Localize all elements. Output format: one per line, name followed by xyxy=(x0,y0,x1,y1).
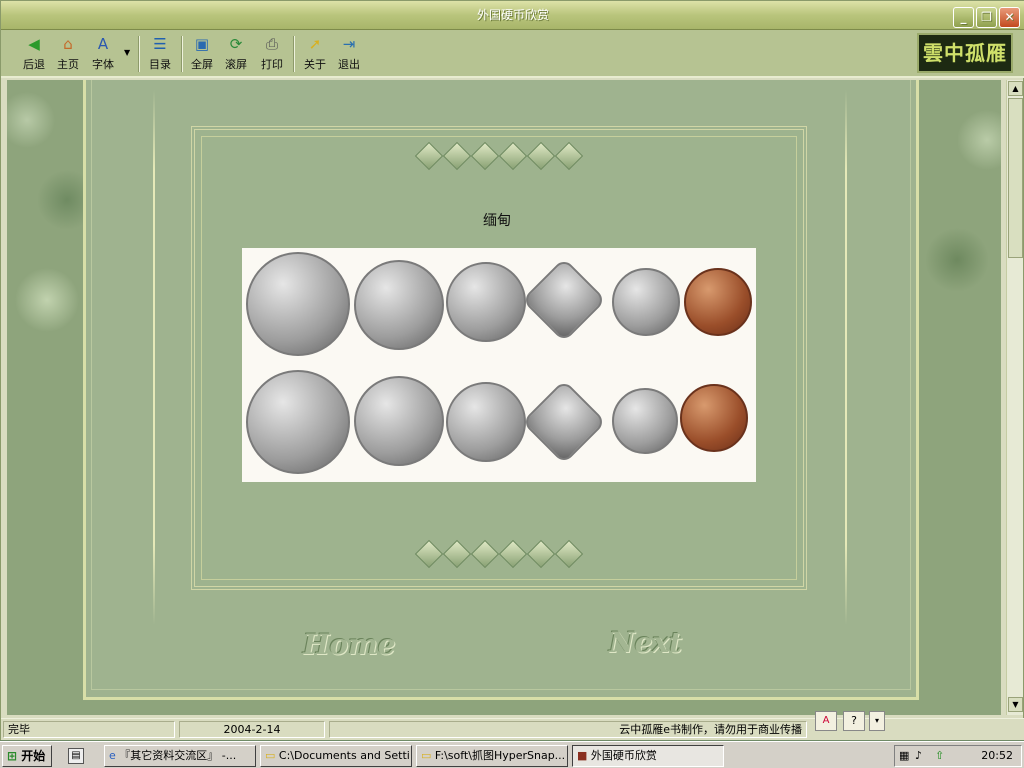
title-bar: 外国硬币欣赏 _ ❐ ✕ xyxy=(1,1,1024,30)
coin-image xyxy=(612,268,680,336)
logo: 雲中孤雁 xyxy=(917,33,1013,73)
exit-label: 退出 xyxy=(338,58,360,71)
back-arrow-icon: ◀ xyxy=(28,35,40,53)
taskbar-item[interactable]: e 『其它资料交流区』 -... xyxy=(104,745,256,767)
window-title: 外国硬币欣赏 xyxy=(476,8,549,22)
coin-photo xyxy=(242,248,756,482)
taskbar-item[interactable]: ▭ C:\Documents and Setti... xyxy=(260,745,412,767)
vertical-scrollbar[interactable]: ▲ ▼ xyxy=(1006,80,1023,715)
toolbar: ◀ 后退 ⌂ 主页 A 字体 ▼ ☰ 目录 ▣ 全屏 ⟳ 滚屏 ⎙ 打印 ➚ 关于 ⇥ 退出 xyxy=(1,30,1024,78)
show-desktop-icon[interactable]: ▤ xyxy=(68,748,84,764)
font-dropdown-arrow[interactable]: ▼ xyxy=(124,48,130,57)
network-icon[interactable]: ▦ xyxy=(899,746,909,766)
language-icon[interactable]: A xyxy=(815,711,837,731)
content-area: 缅甸 Home Next xyxy=(7,80,1001,715)
clock: 20:52 xyxy=(981,749,1013,762)
pointer-icon: ➚ xyxy=(308,35,322,53)
status-date: 2004-2-14 xyxy=(179,721,325,738)
taskbar-item-label: 外国硬币欣赏 xyxy=(590,749,657,762)
next-link[interactable]: Next xyxy=(609,626,682,659)
start-button[interactable]: ⊞ 开始 xyxy=(2,745,52,767)
left-gold-line xyxy=(153,90,155,625)
taskbar-item-label: C:\Documents and Setti... xyxy=(278,749,412,762)
print-label: 打印 xyxy=(261,58,283,71)
coin-image xyxy=(521,257,607,343)
status-text: 完毕 xyxy=(3,721,175,738)
taskbar-item-active[interactable]: ■ 外国硬币欣赏 xyxy=(572,745,724,767)
close-button[interactable]: ✕ xyxy=(999,7,1020,28)
about-label: 关于 xyxy=(304,58,326,71)
toc-icon: ☰ xyxy=(153,35,167,53)
volume-icon[interactable]: ♪ xyxy=(915,746,922,766)
home-link[interactable]: Home xyxy=(303,628,396,661)
toolbar-separator xyxy=(293,36,295,72)
page-title: 缅甸 xyxy=(483,213,511,229)
fullscreen-label: 全屏 xyxy=(191,58,213,71)
scroll-thumb[interactable] xyxy=(1008,98,1023,258)
ie-icon: e xyxy=(109,749,116,762)
restore-button[interactable]: ❐ xyxy=(976,7,997,28)
font-label: 字体 xyxy=(92,58,114,71)
folder-icon: ▭ xyxy=(421,749,432,762)
print-button[interactable]: ⎙ 打印 xyxy=(255,34,289,74)
back-button[interactable]: ◀ 后退 xyxy=(17,34,51,74)
taskbar: ⊞ 开始 ▤ e 『其它资料交流区』 -... ▭ C:\Documents a… xyxy=(0,741,1024,768)
font-icon: A xyxy=(97,35,109,53)
home-button[interactable]: ⌂ 主页 xyxy=(51,34,85,74)
taskbar-item[interactable]: ▭ F:\soft\抓图HyperSnap... xyxy=(416,745,568,767)
help-icon[interactable]: ? xyxy=(843,711,865,731)
exit-button[interactable]: ⇥ 退出 xyxy=(332,34,366,74)
toolbar-separator xyxy=(181,36,183,72)
back-label: 后退 xyxy=(23,58,45,71)
coin-image xyxy=(446,262,526,342)
home-label: 主页 xyxy=(57,58,79,71)
refresh-icon: ⟳ xyxy=(229,35,243,53)
folder-icon: ▭ xyxy=(265,749,276,762)
status-copyright: 云中孤雁e书制作，请勿用于商业传播 xyxy=(329,721,807,738)
minimize-button[interactable]: _ xyxy=(953,7,974,28)
system-tray: ▦ ♪ ⇧ 20:52 xyxy=(894,745,1022,767)
start-label: 开始 xyxy=(21,749,46,763)
coin-image xyxy=(521,379,607,465)
right-gold-line xyxy=(845,90,847,625)
windows-logo-icon: ⊞ xyxy=(7,749,18,763)
update-icon[interactable]: ⇧ xyxy=(935,746,944,766)
exit-door-icon: ⇥ xyxy=(342,35,356,53)
coin-image xyxy=(354,260,444,350)
scroll-down-button[interactable]: ▼ xyxy=(1008,697,1023,712)
coin-image xyxy=(354,376,444,466)
fullscreen-button[interactable]: ▣ 全屏 xyxy=(185,34,219,74)
autoscroll-label: 滚屏 xyxy=(225,58,247,71)
book-icon: ■ xyxy=(577,749,588,762)
coin-image xyxy=(246,252,350,356)
coin-image xyxy=(612,388,678,454)
options-arrow-icon[interactable]: ▾ xyxy=(869,711,885,731)
house-icon: ⌂ xyxy=(63,35,73,53)
toolbar-separator xyxy=(138,36,140,72)
fullscreen-icon: ▣ xyxy=(194,35,210,53)
app-window: 外国硬币欣赏 _ ❐ ✕ ◀ 后退 ⌂ 主页 A 字体 ▼ ☰ 目录 ▣ 全屏 ⟳ 滚屏 ⎙… xyxy=(0,0,1024,740)
autoscroll-button[interactable]: ⟳ 滚屏 xyxy=(219,34,253,74)
coin-image xyxy=(684,268,752,336)
about-button[interactable]: ➚ 关于 xyxy=(298,34,332,74)
scroll-up-button[interactable]: ▲ xyxy=(1008,81,1023,96)
coin-image xyxy=(246,370,350,474)
printer-icon: ⎙ xyxy=(265,35,278,53)
taskbar-item-label: F:\soft\抓图HyperSnap... xyxy=(434,749,566,762)
coin-image xyxy=(680,384,748,452)
toc-button[interactable]: ☰ 目录 xyxy=(143,34,177,74)
toc-label: 目录 xyxy=(149,58,171,71)
font-button[interactable]: A 字体 xyxy=(86,34,120,74)
bottom-diamond-ornament xyxy=(414,539,584,572)
status-bar: 完毕 2004-2-14 云中孤雁e书制作，请勿用于商业传播 A ? ▾ xyxy=(1,711,1024,740)
taskbar-item-label: 『其它资料交流区』 -... xyxy=(119,749,237,762)
coin-image xyxy=(446,382,526,462)
top-diamond-ornament xyxy=(414,141,584,174)
